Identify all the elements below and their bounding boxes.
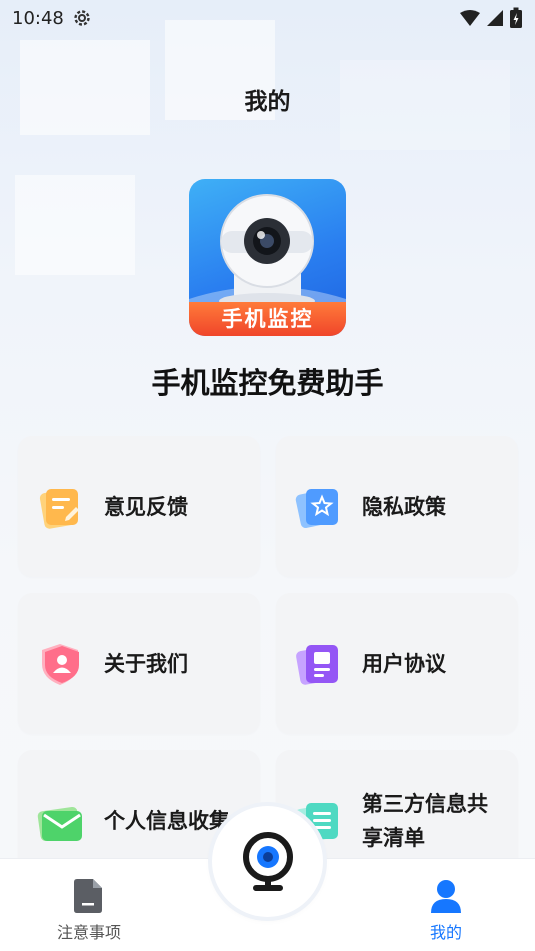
user-icon — [431, 880, 461, 913]
about-icon — [42, 643, 79, 685]
third-party-list-label-line1: 第三方信息共 — [362, 791, 488, 816]
privacy-policy-label: 隐私政策 — [362, 494, 446, 519]
app-logo: 手机监控 — [189, 179, 346, 336]
camera-center-button[interactable] — [212, 806, 323, 917]
battery-icon — [510, 7, 522, 28]
about-us-card[interactable]: 关于我们 — [18, 593, 260, 734]
privacy-icon — [295, 488, 338, 528]
tab-notes-label: 注意事项 — [56, 923, 121, 942]
wifi-icon — [460, 10, 480, 26]
gear-icon — [74, 10, 90, 26]
agreement-icon — [296, 644, 338, 685]
about-us-label: 关于我们 — [104, 651, 188, 676]
status-bar: 10:48 — [0, 0, 535, 36]
signal-icon — [487, 10, 503, 26]
personal-info-label: 个人信息收集 — [104, 808, 230, 833]
status-time: 10:48 — [12, 7, 64, 29]
privacy-policy-card[interactable]: 隐私政策 — [276, 436, 518, 577]
mail-icon — [37, 806, 82, 841]
logo-banner-text: 手机监控 — [189, 302, 346, 336]
document-icon — [74, 879, 102, 913]
tab-mine[interactable]: 我的 — [376, 859, 516, 951]
tab-mine-label: 我的 — [429, 923, 462, 942]
feedback-label: 意见反馈 — [104, 494, 188, 519]
page-title: 我的 — [244, 89, 291, 115]
third-party-list-label-line2: 享清单 — [362, 825, 425, 850]
background-light-panel — [15, 175, 135, 275]
user-agreement-card[interactable]: 用户协议 — [276, 593, 518, 734]
status-indicators — [459, 7, 523, 29]
feedback-icon — [39, 488, 79, 529]
user-agreement-label: 用户协议 — [362, 651, 446, 676]
camera-icon — [242, 831, 293, 891]
app-name: 手机监控免费助手 — [151, 366, 384, 400]
tab-notes[interactable]: 注意事项 — [19, 859, 159, 951]
feedback-card[interactable]: 意见反馈 — [18, 436, 260, 577]
third-party-list-label: 第三方信息共 享清单 — [362, 787, 488, 855]
